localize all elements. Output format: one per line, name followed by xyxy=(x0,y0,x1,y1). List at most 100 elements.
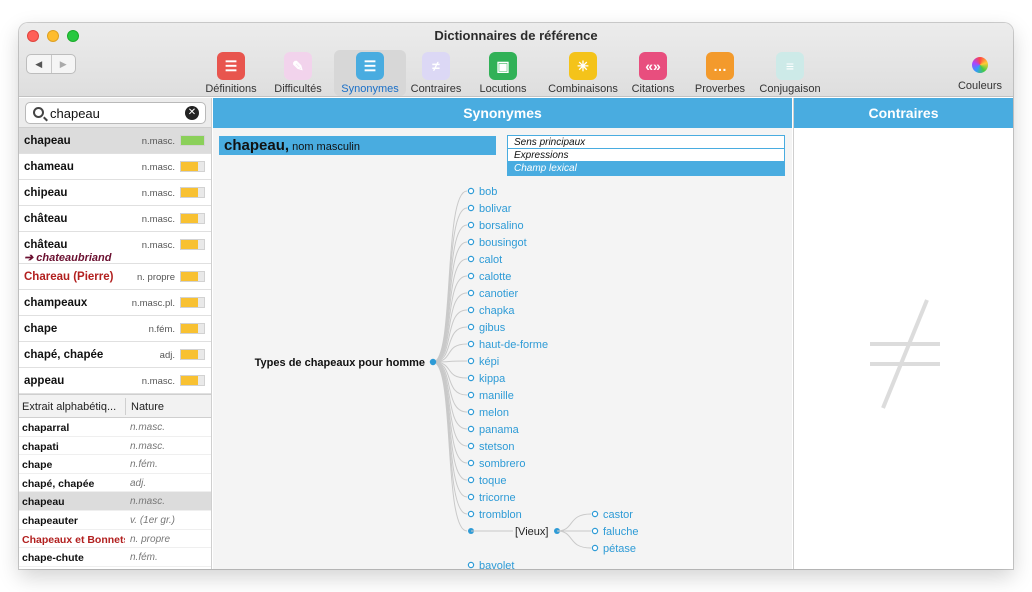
toolbar-locutions-button[interactable]: ▣ Locutions xyxy=(475,50,531,96)
search-field[interactable]: ✕ xyxy=(25,102,206,124)
synonym-link[interactable]: faluche xyxy=(603,526,638,538)
tree-node xyxy=(467,374,475,382)
synonym-link[interactable]: calotte xyxy=(479,271,511,283)
word-row[interactable]: appeau n.masc. xyxy=(19,368,211,394)
word-link[interactable]: ➔ chateaubriand xyxy=(24,251,111,264)
toolbar-contraires-button[interactable]: ≠ Contraires xyxy=(408,50,464,96)
extract-row[interactable]: chape n.fém. xyxy=(19,455,211,474)
word-nature: n.masc. xyxy=(141,214,175,225)
extract-column-word[interactable]: Extrait alphabétiq... xyxy=(22,401,116,413)
extract-row[interactable]: chape-chute n.fém. xyxy=(19,548,211,567)
synonym-link[interactable]: pétase xyxy=(603,543,636,555)
toolbar-definitions-button[interactable]: ☰ Définitions xyxy=(200,50,262,96)
synonym-link[interactable]: bavolet xyxy=(479,560,514,569)
word-label: chipeau xyxy=(24,187,68,199)
definitions-icon: ☰ xyxy=(217,52,245,80)
extract-word: chapeauter xyxy=(22,514,79,527)
word-label: chapeau xyxy=(24,135,71,147)
synonym-link[interactable]: haut-de-forme xyxy=(479,339,548,351)
extract-row[interactable]: chapati n.masc. xyxy=(19,437,211,456)
tree-node xyxy=(591,544,599,552)
frequency-bar xyxy=(180,297,205,308)
synonym-link[interactable]: képi xyxy=(479,356,499,368)
word-nature: n.fém. xyxy=(148,324,175,335)
synonym-link[interactable]: chapka xyxy=(479,305,515,317)
synonym-link[interactable]: canotier xyxy=(479,288,518,300)
toolbar-synonymes-button[interactable]: ☰ Synonymes xyxy=(334,50,406,96)
toolbar-proverbes-button[interactable]: … Proverbes xyxy=(692,50,748,96)
word-label: champeaux xyxy=(24,297,88,309)
toolbar-definitions-label: Définitions xyxy=(205,83,257,95)
difficultes-icon: ✎ xyxy=(284,52,312,80)
toolbar-difficultes-button[interactable]: ✎ Difficultés xyxy=(268,50,328,96)
search-input[interactable] xyxy=(50,105,180,121)
tree-node xyxy=(429,358,437,366)
extract-nature: n.masc. xyxy=(130,422,166,433)
frequency-bar xyxy=(180,375,205,386)
synonym-link[interactable]: bousingot xyxy=(479,237,527,249)
word-row[interactable]: chipeau n.masc. xyxy=(19,180,211,206)
extract-row[interactable]: chapeau n.masc. xyxy=(19,492,211,511)
word-row[interactable]: chameau n.masc. xyxy=(19,154,211,180)
tree-node xyxy=(467,238,475,246)
extract-row[interactable]: chapé, chapée adj. xyxy=(19,474,211,493)
synonym-link[interactable]: stetson xyxy=(479,441,514,453)
tree-node xyxy=(467,391,475,399)
synonym-link[interactable]: panama xyxy=(479,424,520,436)
word-label: chapé, chapée xyxy=(24,349,104,361)
synonym-link[interactable]: melon xyxy=(479,407,509,419)
frequency-bar-fill xyxy=(181,188,199,197)
synonym-link[interactable]: gibus xyxy=(479,322,506,334)
locutions-icon: ▣ xyxy=(489,52,517,80)
toolbar-contraires-label: Contraires xyxy=(410,83,462,95)
synonym-link[interactable]: tromblon xyxy=(479,509,522,521)
word-row[interactable]: chape n.fém. xyxy=(19,316,211,342)
extract-column-nature[interactable]: Nature xyxy=(131,401,164,413)
frequency-bar-fill xyxy=(181,272,199,281)
synonym-link[interactable]: toque xyxy=(479,475,507,487)
extract-row[interactable]: chaparral n.masc. xyxy=(19,418,211,437)
toolbar-combinaisons-button[interactable]: ✳ Combinaisons xyxy=(542,50,624,96)
word-row[interactable]: château ➔ chateaubriand n.masc. xyxy=(19,232,211,264)
extract-row[interactable]: chapeauter v. (1er gr.) xyxy=(19,511,211,530)
frequency-bar xyxy=(180,239,205,250)
extract-word: chaparral xyxy=(22,422,70,434)
word-nature: n.masc. xyxy=(141,188,175,199)
back-button[interactable]: ◀ xyxy=(27,55,52,73)
synonym-link[interactable]: bolivar xyxy=(479,203,512,215)
clear-search-icon[interactable]: ✕ xyxy=(185,106,199,120)
extract-row[interactable]: Chapeaux et Bonnets n. propre xyxy=(19,530,211,549)
synonym-link[interactable]: bob xyxy=(479,186,497,198)
search-icon xyxy=(33,107,44,118)
word-row[interactable]: Chareau (Pierre) n. propre xyxy=(19,264,211,290)
synonym-link[interactable]: borsalino xyxy=(479,220,524,232)
word-row[interactable]: chapeau n.masc. xyxy=(19,128,211,154)
word-row[interactable]: château n.masc. xyxy=(19,206,211,232)
synonym-link[interactable]: calot xyxy=(479,254,502,266)
extract-nature: adj. xyxy=(130,477,147,489)
forward-button[interactable]: ▶ xyxy=(52,55,76,73)
toolbar-locutions-label: Locutions xyxy=(479,83,527,95)
synonym-link[interactable]: tricorne xyxy=(479,492,516,504)
toolbar-proverbes-label: Proverbes xyxy=(694,83,746,95)
toolbar-conjugaison-label: Conjugaison xyxy=(759,83,821,95)
frequency-bar xyxy=(180,271,205,282)
synonym-link[interactable]: manille xyxy=(479,390,514,402)
toolbar-citations-button[interactable]: «» Citations xyxy=(628,50,678,96)
synonym-link[interactable]: castor xyxy=(603,509,633,521)
extract-nature: n.masc. xyxy=(130,496,166,508)
word-row[interactable]: chapé, chapée adj. xyxy=(19,342,211,368)
word-row[interactable]: champeaux n.masc.pl. xyxy=(19,290,211,316)
synonym-link[interactable]: sombrero xyxy=(479,458,525,470)
word-sidebar: ✕ chapeau n.masc. chameau n.masc. chipeau n.m… xyxy=(19,98,212,569)
tree-root-label: Types de chapeaux pour homme xyxy=(255,357,425,369)
tree-branch xyxy=(556,530,592,549)
synonym-tree: Types de chapeaux pour homme bob bolivar bo… xyxy=(255,186,639,569)
toolbar-colors-button[interactable]: Couleurs xyxy=(952,50,1008,96)
toolbar-conjugaison-button[interactable]: ≡ Conjugaison xyxy=(755,50,825,96)
tree-node xyxy=(467,459,475,467)
extract-nature: n.fém. xyxy=(130,459,158,471)
synonym-link[interactable]: kippa xyxy=(479,373,506,385)
word-nature: n.masc. xyxy=(141,162,175,173)
frequency-bar xyxy=(180,323,205,334)
